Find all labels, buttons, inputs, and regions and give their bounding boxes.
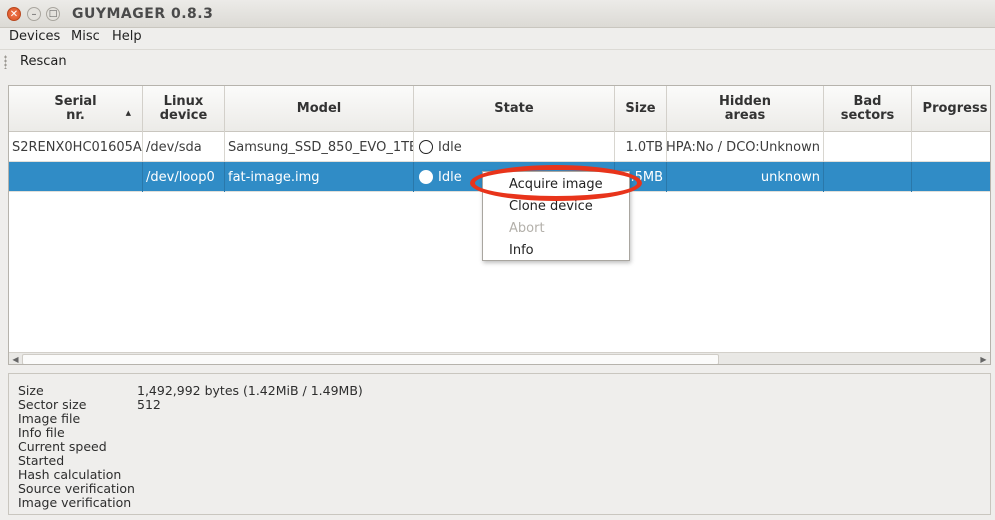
minimize-window-button[interactable]: – xyxy=(27,7,41,21)
cell-progress xyxy=(912,162,990,192)
table-row[interactable]: S2RENX0HC01605A /dev/sda Samsung_SSD_850… xyxy=(9,132,990,162)
scroll-right-icon[interactable]: ▶ xyxy=(977,353,990,364)
state-label: Idle xyxy=(438,169,462,185)
info-value-sector-size: 512 xyxy=(137,397,161,412)
info-label-image-file: Image file xyxy=(18,411,81,426)
cell-device: /dev/loop0 xyxy=(143,162,225,192)
cell-model: Samsung_SSD_850_EVO_1TB xyxy=(225,132,414,162)
window-title: GUYMAGER 0.8.3 xyxy=(72,6,214,22)
cell-hidden-areas: unknown xyxy=(667,162,824,192)
info-label-started: Started xyxy=(18,453,65,468)
rescan-button[interactable]: Rescan xyxy=(20,54,67,69)
info-label-source-verification: Source verification xyxy=(18,481,135,496)
cell-model: fat-image.img xyxy=(225,162,414,192)
menu-help[interactable]: Help xyxy=(112,29,142,44)
cell-serial: S2RENX0HC01605A xyxy=(9,132,143,162)
horizontal-scrollbar[interactable]: ◀ ▶ xyxy=(9,352,990,364)
state-label: Idle xyxy=(438,139,462,155)
column-header-hidden-areas[interactable]: Hidden areas xyxy=(667,86,824,132)
idle-state-icon xyxy=(419,140,433,154)
sort-ascending-icon: ▲ xyxy=(125,109,131,117)
close-window-button[interactable]: ✕ xyxy=(7,7,21,21)
scroll-left-icon[interactable]: ◀ xyxy=(9,353,22,364)
info-value-size: 1,492,992 bytes (1.42MiB / 1.49MB) xyxy=(137,383,363,398)
title-bar: ✕ – □ GUYMAGER 0.8.3 xyxy=(0,0,995,28)
maximize-window-button[interactable]: □ xyxy=(46,7,60,21)
info-label-size: Size xyxy=(18,383,44,398)
cell-progress xyxy=(912,132,990,162)
menu-devices[interactable]: Devices xyxy=(9,29,60,44)
column-header-device[interactable]: Linux device xyxy=(143,86,225,132)
info-label-info-file: Info file xyxy=(18,425,65,440)
cell-serial xyxy=(9,162,143,192)
info-label-hash-calculation: Hash calculation xyxy=(18,467,122,482)
menu-bar: Devices Misc Help xyxy=(0,28,995,48)
menu-item-acquire-image[interactable]: Acquire image xyxy=(483,174,629,196)
idle-state-icon xyxy=(419,170,433,184)
cell-hidden-areas: HPA:No / DCO:Unknown xyxy=(667,132,824,162)
scrollbar-thumb[interactable] xyxy=(22,354,719,364)
menu-item-info[interactable]: Info xyxy=(483,240,629,262)
toolbar: Rescan xyxy=(0,49,995,75)
info-label-current-speed: Current speed xyxy=(18,439,107,454)
cell-state: Idle xyxy=(414,132,615,162)
column-header-state[interactable]: State xyxy=(414,86,615,132)
column-header-progress[interactable]: Progress xyxy=(912,86,990,132)
column-header-serial[interactable]: Serial nr. ▲ xyxy=(9,86,143,132)
toolbar-grip-handle[interactable] xyxy=(4,55,7,69)
column-header-model[interactable]: Model xyxy=(225,86,414,132)
column-header-bad-sectors[interactable]: Bad sectors xyxy=(824,86,912,132)
info-label-sector-size: Sector size xyxy=(18,397,87,412)
info-label-image-verification: Image verification xyxy=(18,495,132,510)
context-menu: Acquire image Clone device Abort Info xyxy=(482,171,630,261)
device-info-panel: Size 1,492,992 bytes (1.42MiB / 1.49MB) … xyxy=(8,373,991,515)
cell-device: /dev/sda xyxy=(143,132,225,162)
column-header-size[interactable]: Size xyxy=(615,86,667,132)
cell-bad-sectors xyxy=(824,132,912,162)
cell-size: 1.0TB xyxy=(615,132,667,162)
table-header: Serial nr. ▲ Linux device Model State Si… xyxy=(9,86,990,132)
menu-item-clone-device[interactable]: Clone device xyxy=(483,196,629,218)
menu-item-abort: Abort xyxy=(509,221,545,236)
cell-bad-sectors xyxy=(824,162,912,192)
menu-misc[interactable]: Misc xyxy=(71,29,100,44)
